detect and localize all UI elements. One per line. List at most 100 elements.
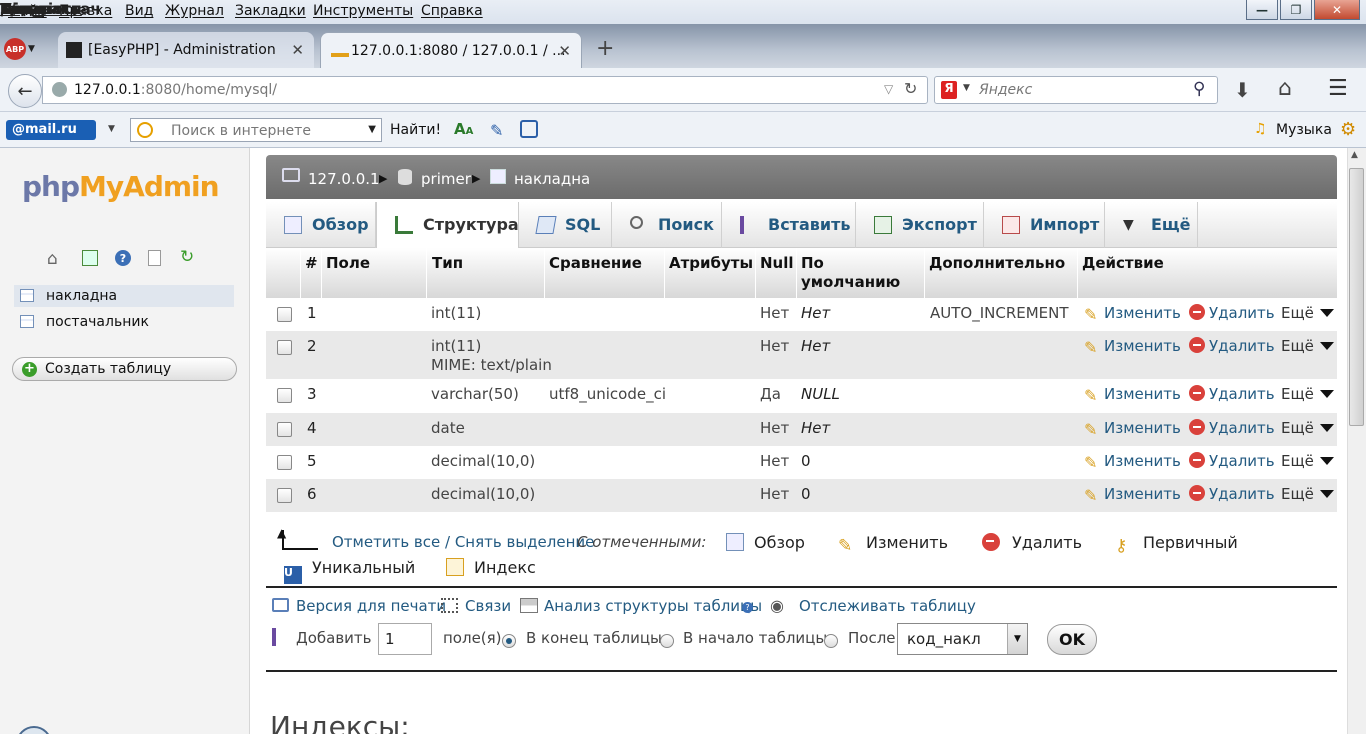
tab-export[interactable]: Экспорт	[856, 202, 984, 248]
row-more-button[interactable]: Ещё	[1281, 419, 1334, 437]
highlight-pen-icon[interactable]: ✎	[490, 121, 503, 140]
tab-more[interactable]: ▼ Ещё	[1105, 202, 1198, 248]
tab-insert[interactable]: Вставить	[722, 202, 856, 248]
row-edit-button[interactable]: ✎ Изменить	[1084, 337, 1181, 357]
check-all-link[interactable]: Отметить все / Снять выделение	[332, 533, 594, 551]
settings-gear-icon[interactable]: ⚙	[1340, 119, 1356, 140]
scrollbar-thumb[interactable]	[1349, 168, 1364, 426]
row-more-button[interactable]: Ещё	[1281, 485, 1334, 503]
help-icon[interactable]: ?	[115, 250, 131, 266]
mailru-logo[interactable]: @mail.ru	[6, 120, 96, 140]
create-table-button[interactable]: + Создать таблицу	[12, 357, 237, 381]
reload-icon[interactable]: ↻	[904, 79, 917, 98]
breadcrumb-table[interactable]: накладна	[514, 170, 590, 188]
row-delete-button[interactable]: Удалить	[1189, 452, 1275, 470]
logout-icon[interactable]	[82, 250, 98, 266]
print-view-link[interactable]: Версия для печати	[296, 597, 446, 615]
breadcrumb-server[interactable]: 127.0.0.1	[308, 170, 380, 188]
find-button[interactable]: Найти!	[390, 122, 441, 138]
docs-icon[interactable]	[148, 250, 161, 266]
radio-at-begin[interactable]	[660, 634, 674, 648]
tab-search[interactable]: Поиск	[612, 202, 722, 248]
breadcrumb-database[interactable]: primer	[421, 170, 471, 188]
url-dropdown-icon[interactable]: ▽	[884, 82, 893, 96]
bulk-index-button[interactable]: Индекс	[446, 558, 536, 577]
bulk-unique-button[interactable]: U Уникальный	[284, 558, 415, 584]
bulk-edit-button[interactable]: ✎ Изменить	[838, 533, 948, 556]
row-more-button[interactable]: Ещё	[1281, 304, 1334, 322]
bulk-delete-button[interactable]: Удалить	[982, 533, 1082, 552]
font-size-icon[interactable]: AA	[454, 120, 473, 138]
help-icon[interactable]: ?	[742, 602, 753, 613]
radio-at-end[interactable]	[502, 634, 516, 648]
close-tab-icon[interactable]: ✕	[558, 42, 571, 60]
tab-import[interactable]: Импорт	[984, 202, 1105, 248]
row-delete-button[interactable]: Удалить	[1189, 337, 1275, 355]
downloads-icon[interactable]: ⬇	[1234, 78, 1251, 102]
row-delete-button[interactable]: Удалить	[1189, 485, 1275, 503]
menu-bookmarks[interactable]: Закладки	[235, 3, 306, 19]
row-checkbox[interactable]	[277, 388, 292, 403]
close-window-button[interactable]: ✕	[1314, 0, 1360, 20]
sidebar-table-nakladna[interactable]: накладна	[14, 285, 234, 307]
adblock-dropdown-icon[interactable]: ▼	[28, 44, 35, 54]
analyze-structure-link[interactable]: Анализ структуры таблицы	[544, 597, 762, 615]
row-checkbox[interactable]	[277, 488, 292, 503]
radio-after[interactable]	[824, 634, 838, 648]
hamburger-menu-icon[interactable]: ☰	[1328, 76, 1348, 101]
adblock-icon[interactable]: ABP	[4, 38, 26, 60]
menu-history[interactable]: Журнал	[165, 3, 224, 19]
tab-structure[interactable]: Структура	[376, 202, 519, 249]
relations-link[interactable]: Связи	[465, 597, 511, 615]
tab-sql[interactable]: SQL	[519, 202, 612, 248]
mail-search-dropdown-icon[interactable]: ▼	[368, 124, 376, 135]
after-field-select[interactable]: код_накл ▼	[897, 623, 1028, 655]
scroll-up-icon[interactable]: ▲	[1351, 150, 1358, 160]
menu-tools[interactable]: Инструменты	[313, 3, 413, 19]
tab-browse[interactable]: Обзор	[266, 202, 376, 248]
screenshot-icon[interactable]	[520, 120, 538, 138]
row-more-button[interactable]: Ещё	[1281, 337, 1334, 355]
row-delete-button[interactable]: Удалить	[1189, 385, 1275, 403]
minimize-button[interactable]: —	[1246, 0, 1278, 20]
search-engine-dropdown-icon[interactable]: ▼	[963, 83, 970, 93]
browser-tab-easyphp[interactable]: [EasyPHP] - Administration ✕	[58, 32, 314, 68]
bulk-browse-button[interactable]: Обзор	[726, 533, 805, 552]
menu-help[interactable]: Справка	[421, 3, 483, 19]
row-more-button[interactable]: Ещё	[1281, 452, 1334, 470]
track-table-link[interactable]: Отслеживать таблицу	[799, 597, 976, 615]
row-edit-button[interactable]: ✎ Изменить	[1084, 419, 1181, 439]
home-icon[interactable]: ⌂	[47, 249, 58, 269]
reload-navigation-icon[interactable]: ↻	[180, 247, 194, 267]
row-more-button[interactable]: Ещё	[1281, 385, 1334, 403]
home-icon[interactable]: ⌂	[1278, 76, 1292, 101]
row-checkbox[interactable]	[277, 422, 292, 437]
add-count-input[interactable]	[378, 623, 432, 655]
mail-search-input[interactable]: Поиск в интернете ▼	[130, 118, 382, 142]
menu-view[interactable]: Вид	[125, 3, 153, 19]
field-name[interactable]: Ціна	[0, 0, 40, 18]
close-tab-icon[interactable]: ✕	[291, 41, 304, 59]
row-edit-button[interactable]: ✎ Изменить	[1084, 452, 1181, 472]
row-checkbox[interactable]	[277, 307, 292, 322]
row-edit-button[interactable]: ✎ Изменить	[1084, 385, 1181, 405]
row-delete-button[interactable]: Удалить	[1189, 419, 1275, 437]
mailru-dropdown-icon[interactable]: ▼	[108, 124, 115, 134]
row-edit-button[interactable]: ✎ Изменить	[1084, 304, 1181, 324]
browser-tab-phpmyadmin[interactable]: 127.0.0.1:8080 / 127.0.0.1 / ... ✕	[320, 32, 582, 68]
new-tab-button[interactable]: +	[596, 36, 614, 61]
row-delete-button[interactable]: Удалить	[1189, 304, 1275, 322]
row-checkbox[interactable]	[277, 455, 292, 470]
sidebar-table-postachalnyk[interactable]: постачальник	[14, 311, 234, 333]
search-bar[interactable]: Я ▼ Яндекс ⚲	[934, 76, 1218, 104]
back-button[interactable]: ←	[8, 74, 42, 108]
ok-button[interactable]: OK	[1047, 624, 1097, 655]
phpmyadmin-logo[interactable]: phpMyAdmin	[22, 170, 220, 203]
row-edit-button[interactable]: ✎ Изменить	[1084, 485, 1181, 505]
search-icon[interactable]: ⚲	[1193, 79, 1205, 99]
row-checkbox[interactable]	[277, 340, 292, 355]
bulk-primary-button[interactable]: ⚷ Первичный	[1115, 533, 1238, 556]
url-text[interactable]: 127.0.0.1:8080/home/mysql/	[74, 82, 277, 98]
maximize-button[interactable]: ❐	[1280, 0, 1312, 20]
music-link[interactable]: Музыка	[1276, 122, 1332, 138]
